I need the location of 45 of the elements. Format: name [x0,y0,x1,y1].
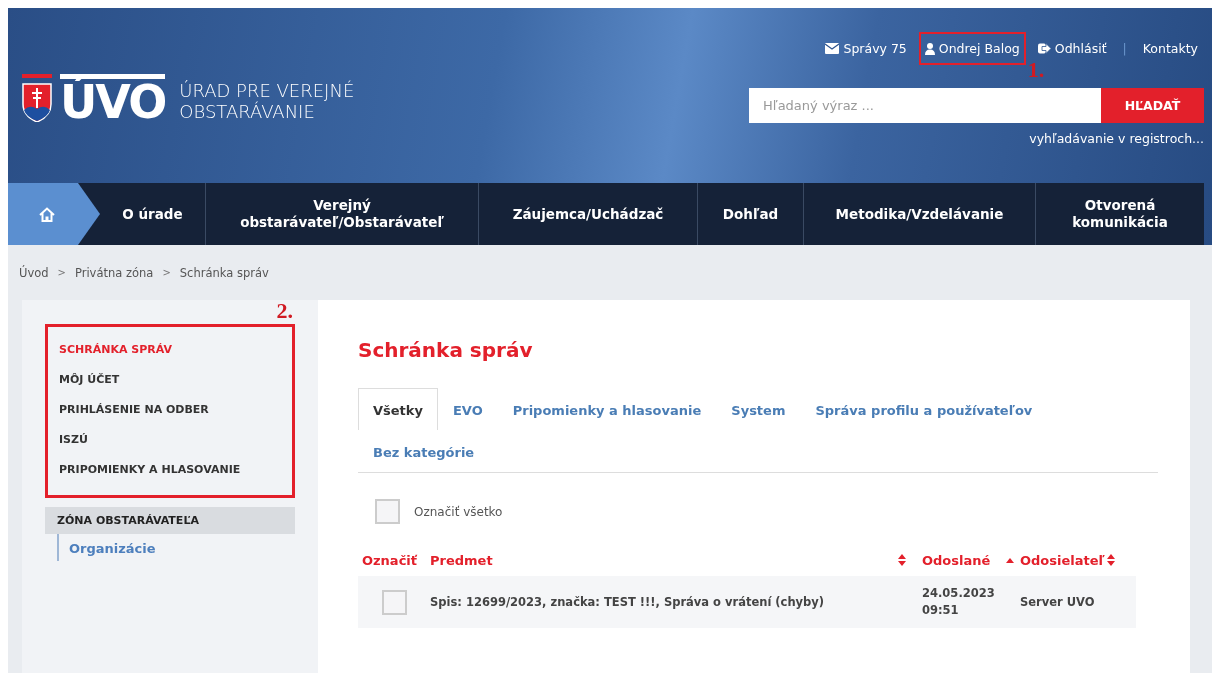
breadcrumb-link[interactable]: Schránka správ [179,265,269,280]
top-link[interactable]: Kontakty [1136,32,1204,65]
checkbox[interactable] [375,499,400,524]
search-button[interactable]: HĽADAŤ [1101,88,1204,123]
link-separator: | [1122,41,1127,56]
sidebar-subitem[interactable]: Organizácie [69,541,156,556]
select-all-label: Označiť všetko [414,504,503,519]
column-header[interactable]: Označiť [362,552,418,568]
registry-search-link[interactable]: vyhľadávanie v registroch... [1029,131,1204,146]
annotation-number: 2. [276,298,293,324]
tab[interactable]: Pripomienky a hlasovanie [497,388,717,430]
breadcrumb-link[interactable]: Úvod [19,265,49,280]
sender: Server UVO [1020,595,1095,609]
column-header[interactable]: Odosielateľ [1020,552,1105,568]
page-title: Schránka správ [358,338,534,362]
breadcrumb-separator: > [162,267,171,278]
envelope-icon [825,43,840,54]
checkbox[interactable] [382,589,407,615]
sidebar-item[interactable]: ISZÚ [59,425,88,455]
sidebar-item[interactable]: PRIHLÁSENIE NA ODBER [59,395,209,425]
column-header[interactable]: Odoslané [922,552,991,568]
sent-date: 24.05.2023 09:51 [922,585,995,619]
breadcrumb-separator: > [57,267,66,278]
coat-of-arms-icon [22,74,52,122]
home-nav-item[interactable] [8,183,100,245]
tab[interactable]: Bez kategórie [358,430,490,472]
sidebar-section-header: ZÓNA OBSTARÁVATEĽA [45,507,295,534]
logout-icon [1037,43,1051,54]
logo-wordmark[interactable]: ÚVO [60,79,166,125]
breadcrumb-link[interactable]: Privátna zóna [74,265,154,280]
sidebar-item[interactable]: MÔJ ÚČET [59,365,120,395]
sidebar-item[interactable]: PRIPOMIENKY A HLASOVANIE [59,455,241,485]
annotation-number: 1. [1027,57,1045,83]
tab[interactable]: EVO [437,388,498,430]
nav-item[interactable]: O úrade [100,183,205,245]
tab[interactable]: Správa profilu a používateľov [800,388,1048,430]
tab[interactable]: System [716,388,801,430]
tab[interactable]: Všetky [358,388,438,430]
column-header[interactable]: Predmet [430,552,493,568]
logo-name: ÚRAD PRE VEREJNÉ OBSTARÁVANIE [179,80,355,122]
sidebar-item[interactable]: SCHRÁNKA SPRÁV [59,335,172,365]
user-icon [924,42,935,55]
top-link[interactable]: Správy 75 [819,32,913,65]
home-icon [39,206,55,222]
search-field[interactable]: Hľadaný výraz ... [749,88,1101,123]
